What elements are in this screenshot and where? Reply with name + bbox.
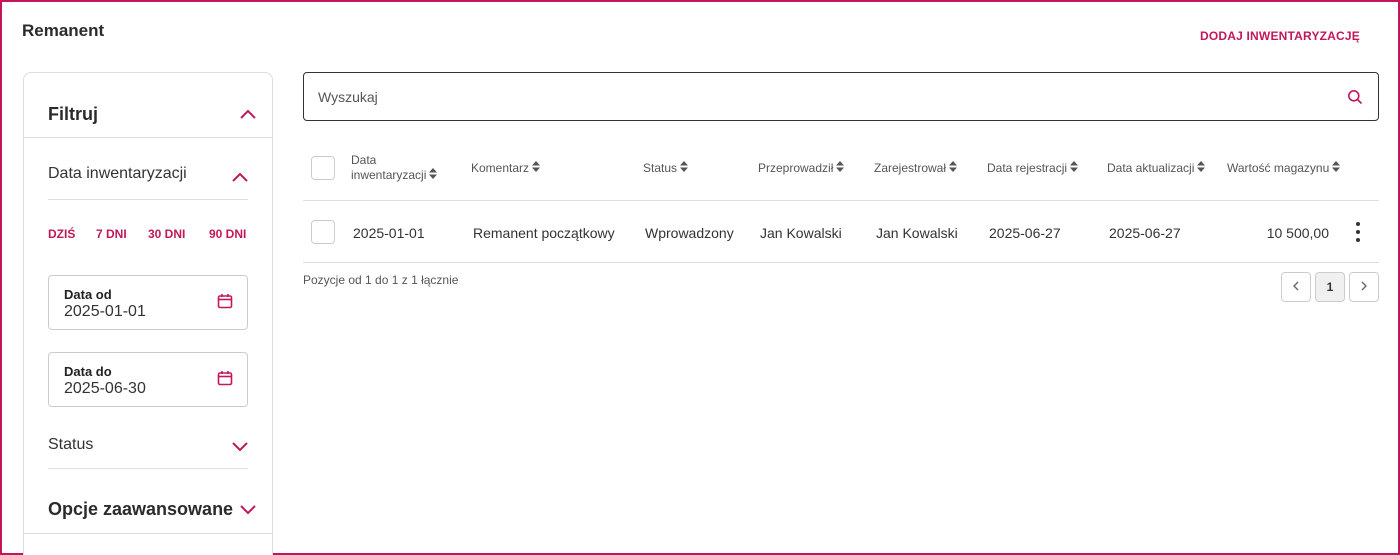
cell-stock-value: 10 500,00	[1266, 225, 1329, 241]
date-filter-section[interactable]: Data inwentaryzacji	[48, 157, 248, 200]
date-from-label: Data od	[64, 287, 112, 302]
cell-date: 2025-01-01	[353, 225, 425, 241]
sort-icon[interactable]	[1197, 161, 1206, 176]
status-filter-section[interactable]: Status	[48, 428, 248, 469]
column-header-registered-by-label: Zarejestrował	[874, 161, 947, 175]
column-header-registration-date[interactable]: Data rejestracji	[987, 161, 1079, 176]
chevron-left-icon	[1293, 280, 1299, 294]
column-header-status-label: Status	[643, 161, 678, 175]
column-header-comment[interactable]: Komentarz	[471, 161, 541, 176]
sort-icon[interactable]	[836, 161, 845, 176]
search-bar[interactable]	[303, 72, 1379, 121]
calendar-icon[interactable]	[217, 370, 233, 391]
cell-comment: Remanent początkowy	[473, 225, 615, 241]
filter-sidebar: Filtruj Data inwentaryzacji DZIŚ 7 DNI 3…	[23, 72, 273, 555]
advanced-options-section[interactable]: Opcje zaawansowane	[24, 491, 272, 534]
table-header: Data inwentaryzacji Komentarz Status Prz…	[303, 138, 1379, 201]
page-title: Remanent	[22, 21, 105, 40]
quick-range-30-days[interactable]: 30 DNI	[148, 227, 185, 241]
next-page-button[interactable]	[1349, 272, 1379, 302]
pagination-summary: Pozycje od 1 do 1 z 1 łącznie	[303, 273, 459, 287]
calendar-icon[interactable]	[217, 293, 233, 314]
cell-status: Wprowadzony	[645, 225, 734, 241]
cell-performed-by: Jan Kowalski	[760, 225, 842, 241]
select-all-checkbox[interactable]	[311, 156, 335, 180]
column-header-comment-label: Komentarz	[471, 161, 530, 175]
status-filter-title: Status	[48, 436, 94, 453]
sort-icon[interactable]	[949, 161, 958, 176]
chevron-up-icon[interactable]	[232, 172, 248, 182]
date-to-value[interactable]: 2025-06-30	[64, 380, 146, 398]
chevron-down-icon[interactable]	[240, 505, 256, 515]
sort-icon[interactable]	[532, 161, 541, 176]
table-row[interactable]: 2025-01-01 Remanent początkowy Wprowadzo…	[303, 201, 1379, 263]
date-to-label: Data do	[64, 364, 112, 379]
chevron-up-icon[interactable]	[240, 109, 256, 119]
column-header-performed-by[interactable]: Przeprowadził	[758, 161, 845, 176]
column-header-date-line2: inwentaryzacji	[351, 168, 427, 182]
quick-range-90-days[interactable]: 90 DNI	[209, 227, 246, 241]
add-inventory-button[interactable]: DODAJ INWENTARYZACJĘ	[1200, 29, 1360, 43]
search-icon[interactable]	[1347, 89, 1363, 110]
column-header-date[interactable]: Data inwentaryzacji	[351, 153, 438, 183]
cell-registration-date: 2025-06-27	[989, 225, 1061, 241]
page-button-current[interactable]: 1	[1315, 272, 1345, 302]
column-header-registration-date-label: Data rejestracji	[987, 161, 1068, 175]
app-frame: Remanent DODAJ INWENTARYZACJĘ Filtruj Da…	[0, 0, 1400, 555]
row-actions-icon[interactable]	[1354, 220, 1362, 244]
sort-icon[interactable]	[1070, 161, 1079, 176]
quick-range-today[interactable]: DZIŚ	[48, 227, 75, 241]
column-header-status[interactable]: Status	[643, 161, 689, 176]
date-from-value[interactable]: 2025-01-01	[64, 303, 146, 321]
row-checkbox[interactable]	[311, 220, 335, 244]
sort-icon[interactable]	[680, 161, 689, 176]
column-header-update-date-label: Data aktualizacji	[1107, 161, 1195, 175]
chevron-right-icon	[1361, 280, 1367, 294]
chevron-down-icon[interactable]	[232, 442, 248, 452]
column-header-update-date[interactable]: Data aktualizacji	[1107, 161, 1206, 176]
sort-icon[interactable]	[429, 168, 438, 183]
sort-icon[interactable]	[1332, 161, 1341, 176]
prev-page-button[interactable]	[1281, 272, 1311, 302]
column-header-stock-value-label: Wartość magazynu	[1227, 161, 1330, 175]
column-header-performed-by-label: Przeprowadził	[758, 161, 834, 175]
filter-title: Filtruj	[48, 104, 98, 124]
cell-registered-by: Jan Kowalski	[876, 225, 958, 241]
cell-update-date: 2025-06-27	[1109, 225, 1181, 241]
date-to-field[interactable]: Data do 2025-06-30	[48, 352, 248, 407]
inventory-table: Data inwentaryzacji Komentarz Status Prz…	[303, 138, 1379, 263]
date-from-field[interactable]: Data od 2025-01-01	[48, 275, 248, 330]
column-header-date-line1: Data	[351, 153, 377, 167]
date-filter-title: Data inwentaryzacji	[48, 165, 187, 182]
advanced-options-title: Opcje zaawansowane	[48, 499, 234, 519]
quick-range-7-days[interactable]: 7 DNI	[96, 227, 127, 241]
column-header-registered-by[interactable]: Zarejestrował	[874, 161, 958, 176]
column-header-stock-value[interactable]: Wartość magazynu	[1227, 161, 1341, 176]
filter-header[interactable]: Filtruj	[24, 73, 272, 138]
search-input[interactable]	[318, 85, 1318, 109]
